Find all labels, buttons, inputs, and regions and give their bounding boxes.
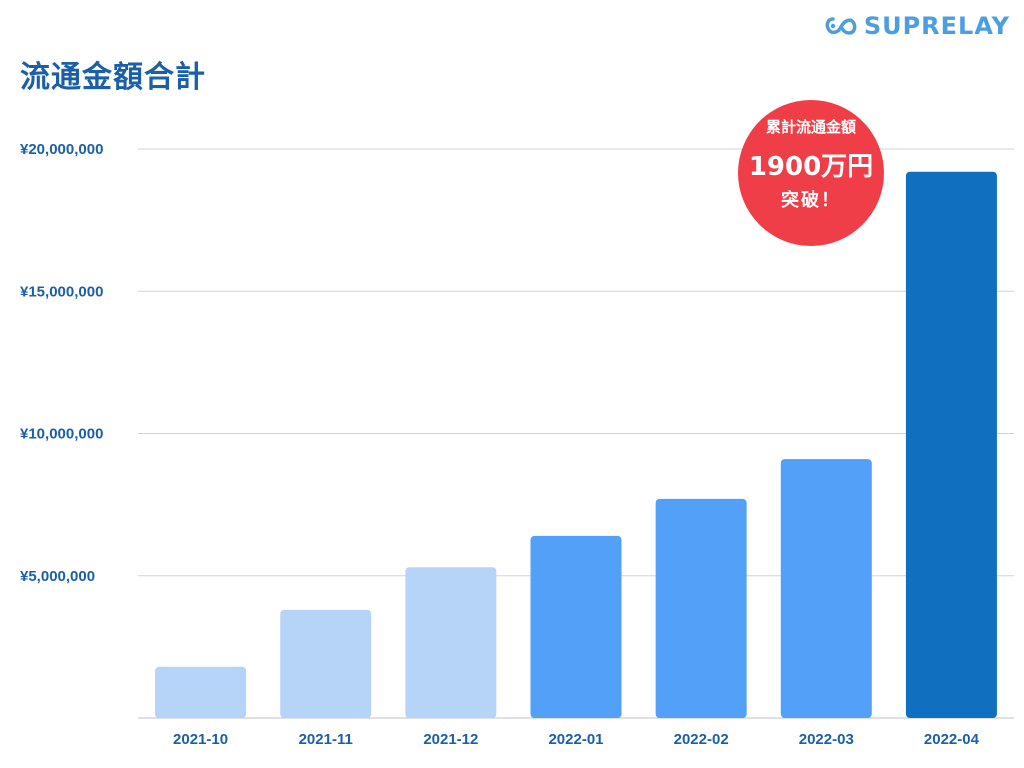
badge-line-2: 1900万円 [748,152,874,182]
badge-line-1: 累計流通金額 [765,118,856,136]
bar [405,567,497,718]
bar [155,666,247,718]
y-tick-label: ¥10,000,000 [20,426,103,443]
badge-line-3: 突破！ [781,190,841,211]
bar [905,171,997,718]
x-tick-label: 2022-03 [799,731,854,748]
x-tick-label: 2021-10 [173,731,228,748]
x-tick-label: 2021-12 [423,731,478,748]
x-tick-label: 2022-02 [674,731,729,748]
x-tick-label: 2022-04 [924,731,980,748]
y-tick-label: ¥20,000,000 [20,141,103,158]
bar [780,459,872,718]
bar [530,535,622,718]
x-tick-label: 2022-01 [548,731,603,748]
y-tick-label: ¥15,000,000 [20,283,103,300]
milestone-badge: 累計流通金額 1900万円 突破！ [738,100,884,246]
bar [655,498,747,718]
bar [280,609,372,718]
y-tick-label: ¥5,000,000 [20,568,95,585]
x-tick-label: 2021-11 [299,731,353,748]
